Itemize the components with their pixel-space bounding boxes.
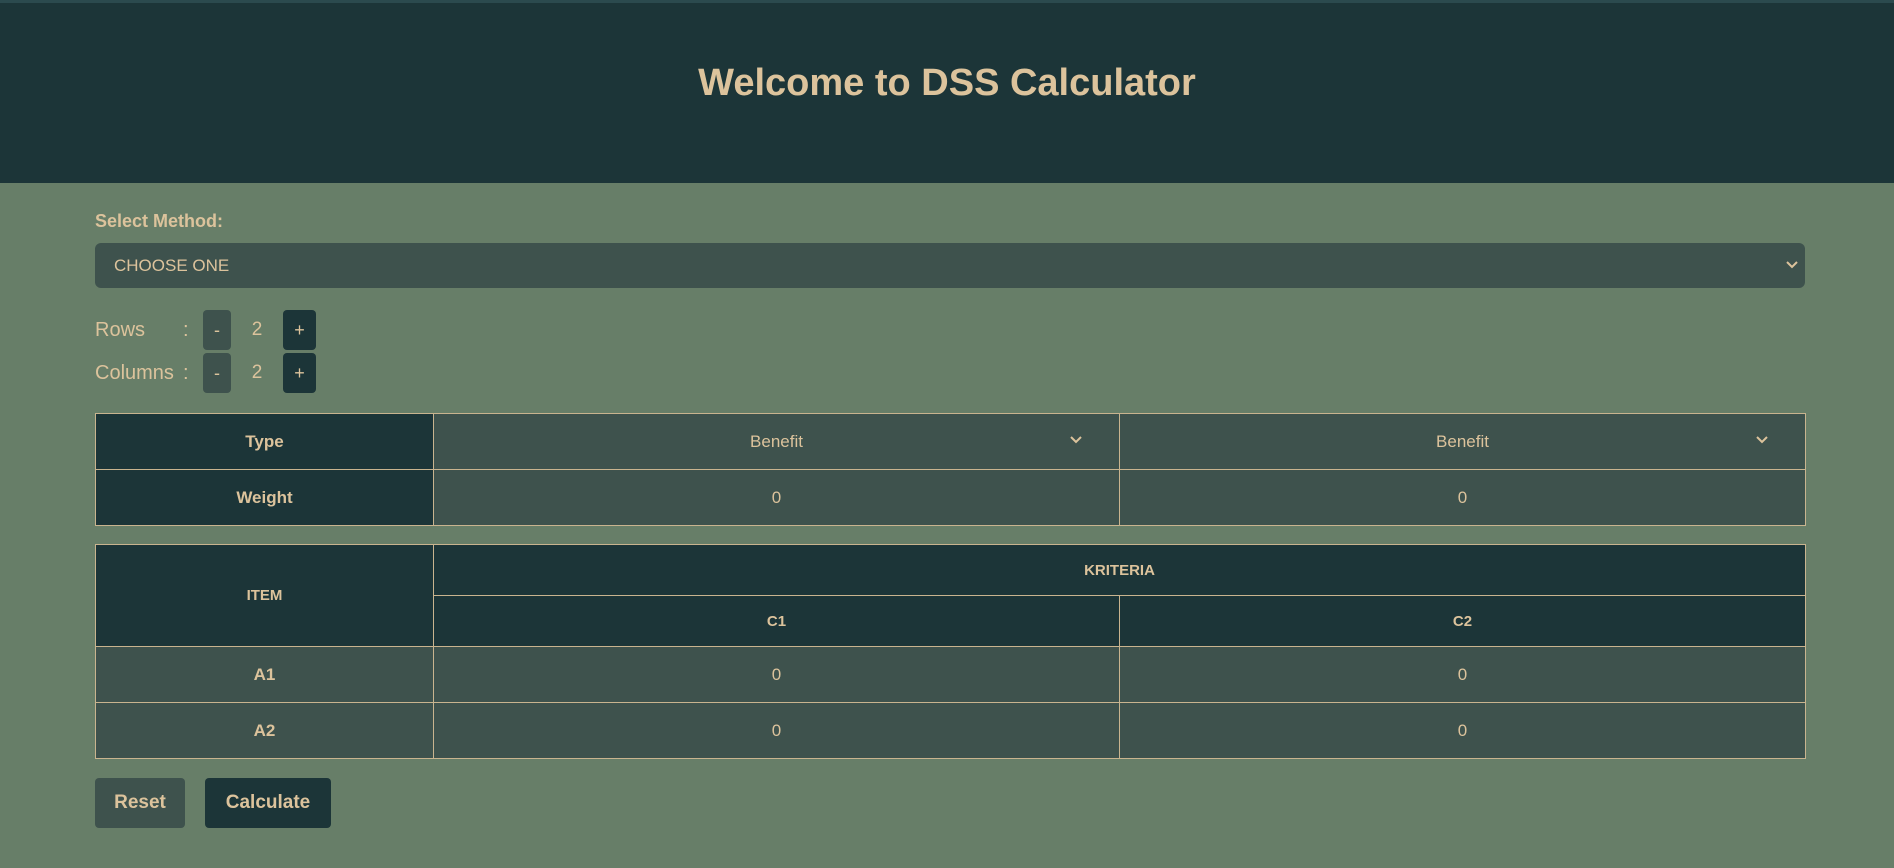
cell-a1-c2[interactable]: 0	[1119, 646, 1806, 703]
chevron-down-icon	[1070, 436, 1082, 444]
item-header: ITEM	[95, 544, 434, 647]
cell-a2-c1[interactable]: 0	[433, 702, 1120, 759]
c1-type-value: Benefit	[750, 431, 803, 451]
rows-increment-button[interactable]: +	[283, 310, 316, 350]
rows-label: Rows	[95, 318, 146, 341]
method-label: Select Method:	[95, 211, 224, 231]
page-header: Welcome to DSS Calculator	[0, 3, 1894, 183]
c2-weight-input[interactable]: 0	[1119, 469, 1806, 526]
kriteria-header: KRITERIA	[433, 544, 1806, 596]
c1-weight-input[interactable]: 0	[433, 469, 1120, 526]
matrix-header-row: ITEM KRITERIA	[95, 544, 1806, 647]
row-label-a1: A1	[95, 646, 434, 703]
method-selected-value: CHOOSE ONE	[114, 255, 230, 275]
page-title: Welcome to DSS Calculator	[698, 61, 1196, 104]
criteria-settings-table: Type Benefit Benefit Weight 0 0	[95, 413, 1806, 526]
rows-value: 2	[251, 319, 263, 340]
type-label: Type	[95, 413, 434, 470]
table-row: A1 0 0	[95, 646, 1806, 703]
rows-colon: :	[183, 318, 189, 341]
c2-type-select[interactable]: Benefit	[1119, 413, 1806, 470]
columns-stepper: Columns : - 2 +	[95, 353, 316, 393]
columns-increment-button[interactable]: +	[283, 353, 316, 393]
calculate-button[interactable]: Calculate	[205, 778, 331, 828]
columns-value: 2	[251, 362, 263, 383]
columns-label: Columns	[95, 361, 174, 384]
cell-a2-c2[interactable]: 0	[1119, 702, 1806, 759]
type-row: Type Benefit Benefit	[95, 413, 1806, 470]
rows-stepper: Rows : - 2 +	[95, 310, 316, 350]
criteria-header-c2: C2	[1119, 595, 1806, 647]
criteria-header-c1: C1	[433, 595, 1120, 647]
cell-a1-c1[interactable]: 0	[433, 646, 1120, 703]
weight-label: Weight	[95, 469, 434, 526]
reset-button[interactable]: Reset	[95, 778, 185, 828]
chevron-down-icon	[1786, 261, 1798, 269]
rows-decrement-button[interactable]: -	[203, 310, 231, 350]
weight-row: Weight 0 0	[95, 469, 1806, 526]
columns-colon: :	[183, 361, 189, 384]
table-row: A2 0 0	[95, 702, 1806, 759]
chevron-down-icon	[1756, 436, 1768, 444]
c1-type-select[interactable]: Benefit	[433, 413, 1120, 470]
c2-type-value: Benefit	[1436, 431, 1489, 451]
decision-matrix-table: ITEM KRITERIA C1 C2 A1 0 0 A2 0 0	[95, 544, 1806, 759]
method-select[interactable]: CHOOSE ONE	[95, 243, 1805, 288]
columns-decrement-button[interactable]: -	[203, 353, 231, 393]
row-label-a2: A2	[95, 702, 434, 759]
